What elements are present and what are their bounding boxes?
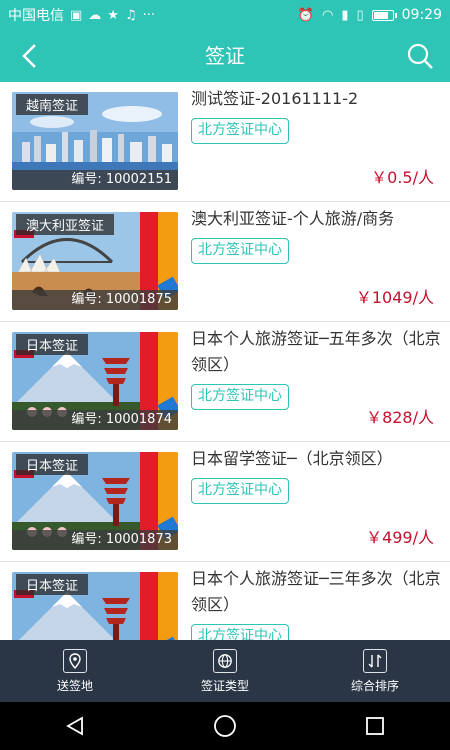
recent-square-icon[interactable]: [355, 706, 395, 746]
tab-bar: 送签地 签证类型 综合排序: [0, 640, 450, 702]
visa-list: 越南签证编号: 10002151 测试签证-20161111-2 北方签证中心 ￥0.…: [0, 82, 450, 640]
image-icon: ▣: [70, 7, 83, 23]
visa-thumbnail: 日本签证: [12, 572, 178, 640]
tab-visa-type[interactable]: 签证类型: [150, 640, 300, 702]
alarm-icon: ⏰: [297, 7, 314, 23]
visa-thumbnail: 日本签证编号: 10001873: [12, 452, 178, 550]
visa-list-item[interactable]: 日本签证编号: 10001874 日本个人旅游签证─五年多次（北京领区） 北方签证中…: [0, 322, 450, 442]
visa-list-item[interactable]: 澳大利亚签证编号: 10001875 澳大利亚签证-个人旅游/商务北方签证中心 ￥1…: [0, 202, 450, 322]
page-title: 签证: [205, 44, 245, 68]
globe-icon: [213, 648, 237, 673]
visa-thumbnail-tag: 日本签证: [16, 574, 89, 595]
search-icon[interactable]: [404, 40, 436, 72]
visa-thumbnail-tag: 越南签证: [16, 94, 89, 115]
visa-center-tag: 北方签证中心: [191, 478, 289, 504]
visa-center-tag: 北方签证中心: [191, 624, 289, 640]
visa-title: 测试签证-20161111-2: [191, 89, 359, 108]
tab-sort[interactable]: 综合排序: [300, 640, 450, 702]
carrier-label: 中国电信: [8, 8, 64, 24]
visa-thumbnail: 日本签证编号: 10001874: [12, 332, 178, 430]
visa-title: 日本个人旅游签证─三年多次（北京领区）: [191, 569, 441, 614]
visa-code: 编号: 10001873: [12, 530, 178, 550]
tab-label: 签证类型: [200, 678, 249, 693]
badge-icon: ★: [107, 7, 119, 23]
visa-price: ￥828/人: [366, 408, 434, 427]
tab-label: 送签地: [56, 678, 93, 693]
location-icon: [63, 648, 87, 673]
visa-center-tag: 北方签证中心: [191, 238, 289, 264]
visa-center-tag: 北方签证中心: [191, 384, 289, 410]
visa-center-tag: 北方签证中心: [191, 118, 289, 144]
home-circle-icon[interactable]: [205, 706, 245, 746]
visa-title: 澳大利亚签证-个人旅游/商务: [191, 209, 395, 228]
visa-list-item[interactable]: 越南签证编号: 10002151 测试签证-20161111-2 北方签证中心 ￥0.…: [0, 82, 450, 202]
tab-label: 综合排序: [350, 678, 399, 693]
visa-price: ￥499/人: [366, 528, 434, 547]
visa-title: 日本个人旅游签证─五年多次（北京领区）: [191, 329, 441, 374]
sim-icon: ▯: [356, 7, 364, 23]
visa-code: 编号: 10001874: [12, 410, 178, 430]
clock-time: 09:29: [401, 7, 442, 23]
sort-icon: [363, 648, 387, 673]
cloud-icon: ☁: [88, 7, 102, 23]
nav-bar: 签证: [0, 30, 450, 82]
visa-code: 编号: 10002151: [12, 170, 178, 190]
status-bar: 中国电信 ▣ ☁ ★ ♫ ··· ⏰ ◠ ▮ ▯ 09:29: [0, 0, 450, 30]
visa-title: 日本留学签证─（北京领区）: [191, 449, 393, 468]
signal-icon: ▮: [341, 7, 349, 23]
music-icon: ♫: [124, 7, 137, 23]
visa-price: ￥1049/人: [355, 288, 434, 307]
visa-thumbnail-tag: 日本签证: [16, 454, 89, 475]
visa-list-item[interactable]: 日本签证编号: 10001873 日本留学签证─（北京领区） 北方签证中心 ￥499/…: [0, 442, 450, 562]
battery-icon: [371, 9, 397, 21]
more-dots-icon: ···: [142, 7, 156, 23]
visa-code: 编号: 10001875: [12, 290, 178, 310]
tab-location[interactable]: 送签地: [0, 640, 150, 702]
wifi-icon: ◠: [321, 7, 334, 23]
visa-thumbnail-tag: 日本签证: [16, 334, 89, 355]
visa-price: ￥0.5/人: [371, 168, 434, 187]
visa-thumbnail: 越南签证编号: 10002151: [12, 92, 178, 190]
system-nav: [0, 702, 450, 750]
visa-list-item[interactable]: 日本签证 日本个人旅游签证─三年多次（北京领区） 北方签证中心: [0, 562, 450, 640]
back-triangle-icon[interactable]: [55, 706, 95, 746]
visa-thumbnail-tag: 澳大利亚签证: [16, 214, 115, 235]
visa-thumbnail: 澳大利亚签证编号: 10001875: [12, 212, 178, 310]
